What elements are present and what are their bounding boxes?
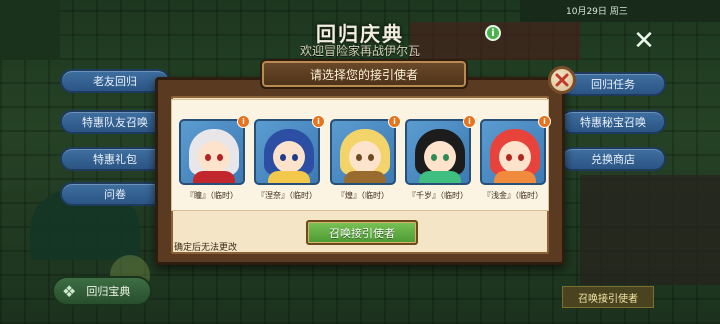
close-icon[interactable]: ✕: [631, 28, 657, 54]
menu-teammate-summon[interactable]: 特惠队友召唤: [60, 110, 170, 134]
dialog-title: 请选择您的接引使者: [260, 59, 468, 89]
menu-label: 老友回归: [93, 75, 137, 88]
character-name: 『涅奈』（临时）: [257, 191, 317, 200]
flower-icon: ❖: [62, 281, 77, 301]
character-eye: [368, 154, 374, 161]
menu-treasure-summon[interactable]: 特惠秘宝召唤: [560, 110, 666, 134]
character-info-icon[interactable]: i: [312, 115, 325, 128]
character-outfit: [419, 171, 461, 183]
menu-label: 特惠队友召唤: [82, 116, 148, 129]
dialog-close-button[interactable]: [548, 66, 576, 94]
character-eye: [506, 154, 512, 161]
character-name: 『瞳』（临时）: [186, 191, 238, 200]
character-face: [198, 141, 230, 173]
character-eye: [518, 154, 524, 161]
character-name: 『千岁』（临时）: [408, 191, 468, 200]
menu-exchange-shop[interactable]: 兑换商店: [560, 147, 666, 171]
summon-envoy-label: 召唤接引使者: [329, 226, 395, 240]
character-outfit: [494, 171, 536, 183]
confirm-note: 确定后无法更改: [174, 243, 238, 253]
menu-label: 回归任务: [591, 78, 635, 91]
menu-survey[interactable]: 问卷: [60, 182, 170, 206]
character-eye: [356, 154, 362, 161]
character-card[interactable]: [405, 119, 471, 185]
character-info-icon[interactable]: i: [237, 115, 250, 128]
event-subtitle: 欢迎冒险家再战伊尔瓦: [299, 44, 420, 58]
character-card[interactable]: [254, 119, 320, 185]
menu-old-friend-return[interactable]: 老友回归: [60, 69, 170, 93]
return-guide-label: 回归宝典: [86, 285, 131, 298]
character-card[interactable]: [179, 119, 245, 185]
menu-label: 问卷: [104, 188, 126, 201]
menu-label: 兑换商店: [591, 153, 635, 166]
character-eye: [217, 154, 223, 161]
date-text: 10月29日 周三: [566, 7, 628, 17]
character-face: [499, 141, 531, 173]
character-outfit: [344, 171, 386, 183]
character-eye: [443, 154, 449, 161]
menu-return-tasks[interactable]: 回归任务: [560, 72, 666, 96]
close-x-icon: [555, 73, 569, 87]
character-face: [424, 141, 456, 173]
return-guide-button[interactable]: ❖ 回归宝典: [52, 276, 152, 306]
character-eye: [280, 154, 286, 161]
summon-envoy-shortcut[interactable]: 召唤接引使者: [562, 286, 654, 308]
character-info-icon[interactable]: i: [388, 115, 401, 128]
menu-special-pack[interactable]: 特惠礼包: [60, 147, 170, 171]
info-icon[interactable]: i: [485, 25, 501, 41]
summon-envoy-shortcut-label: 召唤接引使者: [578, 293, 638, 305]
character-card[interactable]: [480, 119, 546, 185]
summon-envoy-button[interactable]: 召唤接引使者: [306, 220, 418, 245]
character-info-icon[interactable]: i: [538, 115, 551, 128]
character-card[interactable]: [330, 119, 396, 185]
character-outfit: [268, 171, 310, 183]
menu-label: 特惠秘宝召唤: [580, 116, 646, 129]
menu-label: 特惠礼包: [93, 153, 137, 166]
character-name: 『浅金』（临时）: [483, 191, 543, 200]
character-info-icon[interactable]: i: [463, 115, 476, 128]
character-face: [273, 141, 305, 173]
character-eye: [205, 154, 211, 161]
character-eye: [431, 154, 437, 161]
character-name: 『煌』（临时）: [337, 191, 389, 200]
character-outfit: [193, 171, 235, 183]
dialog-title-text: 请选择您的接引使者: [309, 67, 418, 82]
character-eye: [292, 154, 298, 161]
character-face: [349, 141, 381, 173]
